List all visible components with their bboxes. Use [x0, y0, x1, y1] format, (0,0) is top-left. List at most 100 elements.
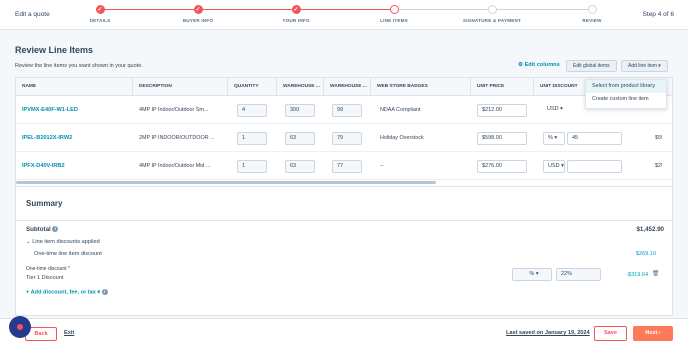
warehouse-2-input[interactable]: 79	[332, 132, 362, 145]
line-total-overflow: $5!	[655, 135, 663, 141]
col-warehouse-1[interactable]: WAREHOUSE ...	[277, 78, 324, 96]
stepper-bar: Edit a quote ✓ DETAILS ✓ BUYER INFO ✓ YO…	[0, 0, 688, 30]
step-label: LINE ITEMS	[380, 18, 408, 23]
edit-columns-label: Edit columns	[524, 62, 560, 68]
step-signature-payment[interactable]: SIGNATURE & PAYMENT	[442, 5, 542, 23]
line-item-name-link[interactable]: IPFX-D40V-IRB2	[16, 152, 133, 180]
discount-amount: -$319.64	[626, 272, 649, 278]
one-time-discount-label: One-time line item discount	[34, 251, 102, 257]
menu-item-select-from-library[interactable]: Select from product library	[586, 80, 666, 93]
discount-name[interactable]: Tier 1 Discount	[26, 275, 63, 281]
check-icon: ✓	[95, 5, 105, 14]
discount-type-select[interactable]: USD ▾	[543, 104, 565, 117]
quantity-input[interactable]: 4	[237, 104, 267, 117]
divider	[16, 220, 672, 221]
unit-price-input[interactable]: $598.00	[477, 132, 527, 145]
col-unit-price[interactable]: UNIT PRICE	[471, 78, 534, 96]
gear-icon: ⚙	[518, 62, 524, 68]
edit-columns-button[interactable]: ⚙ Edit columns	[518, 62, 560, 68]
discount-value-input[interactable]	[567, 160, 622, 173]
line-item-name-link[interactable]: IPVMX-E40F-W1-LED	[16, 96, 133, 124]
step-counter: Step 4 of 6	[642, 11, 674, 18]
warehouse-1-input[interactable]: 63	[285, 132, 315, 145]
col-description[interactable]: DESCRIPTION	[133, 78, 228, 96]
last-saved-link[interactable]: Last saved on January 19, 2024	[506, 330, 590, 336]
menu-item-create-custom[interactable]: Create custom line item	[586, 93, 666, 106]
table-row: IPEL-B2012X-IRW2 2MP IP INDOOR/OUTDOOR .…	[16, 124, 672, 152]
table-header: NAME DESCRIPTION QUANTITY WAREHOUSE ... …	[16, 78, 672, 96]
line-item-description: 2MP IP INDOOR/OUTDOOR ...	[139, 135, 215, 141]
discount-value-input[interactable]: 22%	[556, 268, 601, 281]
col-web-store-badges[interactable]: WEB STORE BADGES	[371, 78, 471, 96]
unit-price-input[interactable]: $276.00	[477, 160, 527, 173]
summary-title: Summary	[26, 199, 63, 208]
warehouse-1-input[interactable]: 300	[285, 104, 315, 117]
line-items-table: NAME DESCRIPTION QUANTITY WAREHOUSE ... …	[15, 77, 673, 187]
add-line-item-button[interactable]: Add line item ▾	[621, 60, 668, 72]
web-store-badge: NDAA Compliant	[380, 107, 421, 113]
step-your-info[interactable]: ✓ YOUR INFO	[246, 5, 346, 23]
horizontal-scrollbar[interactable]	[16, 181, 436, 184]
col-warehouse-2[interactable]: WAREHOUSE ...	[324, 78, 371, 96]
table-row: IPFX-D40V-IRB2 4MP IP Indoor/Outdoor Mid…	[16, 152, 672, 180]
edit-global-items-button[interactable]: Edit global items	[566, 60, 617, 72]
section-title: Review Line Items	[15, 45, 94, 55]
discounts-applied-toggle[interactable]: ⌄ Line item discounts applied	[26, 239, 100, 245]
step-label: DETAILS	[89, 18, 111, 23]
line-total-overflow: $2!	[655, 163, 663, 169]
step-details[interactable]: ✓ DETAILS	[50, 5, 150, 23]
step-review[interactable]: REVIEW	[542, 5, 642, 23]
exit-link[interactable]: Exit	[64, 330, 74, 336]
check-icon: ✓	[193, 5, 203, 14]
chat-launcher-icon[interactable]	[9, 316, 31, 338]
warehouse-2-input[interactable]: 99	[332, 104, 362, 117]
discount-type-select[interactable]: USD ▾	[543, 160, 565, 173]
web-store-badge: --	[380, 163, 384, 169]
step-label: YOUR INFO	[282, 18, 310, 23]
step-dot	[487, 5, 497, 14]
section-subtitle: Review the line items you want shown in …	[15, 63, 143, 69]
col-name[interactable]: NAME	[16, 78, 133, 96]
check-icon: ✓	[291, 5, 301, 14]
quantity-input[interactable]: 1	[237, 132, 267, 145]
col-quantity[interactable]: QUANTITY	[228, 78, 277, 96]
discount-field-label: One-time discount *	[26, 266, 70, 272]
quantity-input[interactable]: 1	[237, 160, 267, 173]
line-item-name-link[interactable]: IPEL-B2012X-IRW2	[16, 124, 133, 152]
step-active-dot	[389, 5, 399, 14]
step-label: BUYER INFO	[182, 18, 214, 23]
discount-type-select[interactable]: % ▾	[543, 132, 565, 145]
chevron-down-icon: ⌄	[26, 239, 31, 245]
step-label: SIGNATURE & PAYMENT	[462, 18, 522, 23]
save-button[interactable]: Save	[594, 326, 627, 341]
discount-type-select[interactable]: % ▾	[512, 268, 552, 281]
one-time-discount-value: $269.10	[635, 251, 656, 257]
line-item-description: 4MP IP Indoor/Outdoor Mid ...	[139, 163, 211, 169]
next-button[interactable]: Next ›	[633, 326, 673, 341]
trash-icon[interactable]: 🗑	[652, 271, 659, 277]
unit-price-input[interactable]: $212.00	[477, 104, 527, 117]
step-label: REVIEW	[582, 18, 602, 23]
chat-dot	[17, 324, 23, 330]
table-row: IPVMX-E40F-W1-LED 4MP IP Indoor/Outdoor …	[16, 96, 672, 124]
subtotal-value: $1,452.90	[636, 226, 664, 233]
summary-panel: Summary Subtotal i $1,452.90 ⌄ Line item…	[15, 186, 673, 316]
info-icon[interactable]: i	[52, 226, 59, 233]
step-buyer-info[interactable]: ✓ BUYER INFO	[148, 5, 248, 23]
add-discount-label: + Add discount, fee, or tax ▾	[26, 289, 101, 296]
subtotal-row: Subtotal i	[26, 226, 59, 233]
footer-bar: Back Exit Last saved on January 19, 2024…	[0, 318, 688, 347]
discount-value-input[interactable]: 45	[567, 132, 622, 145]
step-line-items[interactable]: LINE ITEMS	[344, 5, 444, 23]
line-item-description: 4MP IP Indoor/Outdoor Sm...	[139, 107, 209, 113]
add-line-item-menu: Select from product library Create custo…	[585, 79, 667, 109]
add-discount-link[interactable]: + Add discount, fee, or tax ▾ i	[26, 289, 108, 295]
info-icon[interactable]: i	[101, 289, 108, 295]
warehouse-1-input[interactable]: 63	[285, 160, 315, 173]
subtotal-label: Subtotal	[26, 226, 51, 233]
page-header-title: Edit a quote	[15, 11, 50, 18]
step-dot	[587, 5, 597, 14]
web-store-badge: Holiday Overstock	[380, 135, 424, 141]
discounts-applied-label: Line item discounts applied	[32, 239, 100, 245]
warehouse-2-input[interactable]: 77	[332, 160, 362, 173]
